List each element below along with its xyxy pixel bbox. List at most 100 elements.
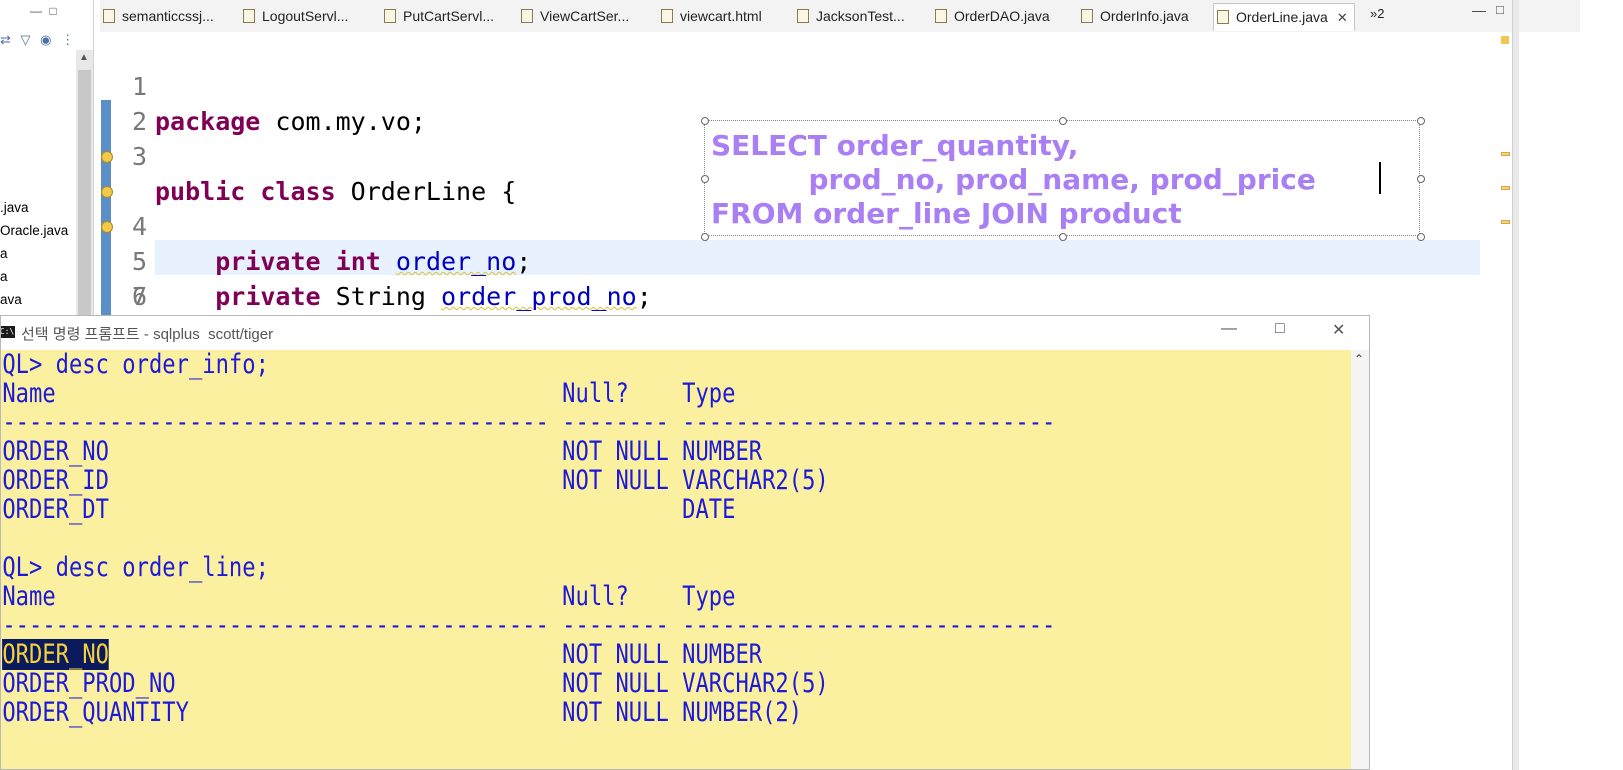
code-text: OrderLine { [335,177,517,206]
console-line: ORDER_ID NOT NULL VARCHAR2(5) [0,465,829,496]
field-name: order_no [395,247,517,276]
keyword: package [155,107,261,136]
tab-label: OrderLine.java [1236,9,1328,25]
code-line: 5 private String order_prod_no; [95,174,652,311]
code-line: 4 private int order_no; [95,139,531,276]
console-line: SQL> desc order_line; [0,552,269,583]
minimize-icon[interactable]: — [30,4,42,18]
maximize-button[interactable]: □ [1275,320,1285,338]
focus-icon[interactable]: ◉ [40,32,51,47]
window-title: 선택 명령 프롬프트 - sqlplus scott/tiger [21,326,274,343]
filter-icon[interactable]: ▽ [21,32,31,47]
code-line: 6 private int order_quantity; [95,209,622,346]
tab-label: OrderInfo.java [1100,8,1189,24]
code-text: com.my.vo; [260,107,426,136]
annotation-textbox[interactable]: SELECT order_quantity, prod_no, prod_nam… [701,117,1425,241]
explorer-view-controls: — □ [30,4,61,18]
warning-icon[interactable] [101,186,113,198]
file-tree: .java Oracle.java a a ava racle.java [0,196,68,330]
console-output[interactable]: SQL> desc order_info; Name Null? Type --… [0,349,1351,769]
resize-handle[interactable] [701,233,709,241]
console-titlebar[interactable]: C:\ 선택 명령 프롬프트 - sqlplus scott/tiger — □… [0,316,1369,350]
command-prompt-window[interactable]: C:\ 선택 명령 프롬프트 - sqlplus scott/tiger — □… [0,315,1370,770]
tree-item[interactable]: ava [0,288,68,311]
overview-ruler[interactable] [1493,32,1511,322]
maximize-icon[interactable]: □ [49,4,56,18]
code-line: 1 package com.my.vo; [95,34,426,136]
console-scrollbar[interactable]: ⌃ [1351,350,1369,769]
tab-order-info[interactable]: OrderInfo.java [1078,3,1189,30]
console-line: Name Null? Type [0,581,736,612]
resize-handle[interactable] [1417,175,1425,183]
package-explorer: — □ ⇄ ▽ ◉ ⋮ ▲ .java Oracle.java a a ava … [0,0,94,330]
tab-logout-servlet[interactable]: LogoutServl... [240,3,348,30]
annotation-line: prod_no, prod_name, prod_price [711,163,1316,196]
resize-handle[interactable] [1417,117,1425,125]
resize-handle[interactable] [701,117,709,125]
minimize-button[interactable]: — [1221,320,1237,338]
file-icon [103,9,115,23]
tab-order-line[interactable]: OrderLine.java ✕ [1213,3,1355,31]
link-editor-icon[interactable]: ⇄ [0,32,11,47]
java-file-icon [384,9,396,23]
resize-handle[interactable] [701,175,709,183]
warning-marker[interactable] [1501,152,1510,156]
close-button[interactable]: ✕ [1332,320,1345,340]
explorer-toolbar: ⇄ ▽ ◉ ⋮ [0,32,80,48]
console-line: Name Null? Type [0,378,736,409]
console-line: ORDER_NO NOT NULL NUMBER [1,639,762,670]
close-icon[interactable]: ✕ [1337,4,1348,31]
warning-marker[interactable] [1501,186,1510,190]
view-menu-icon[interactable]: ⋮ [61,32,74,47]
keyword: public class [155,177,336,206]
warning-icon[interactable] [101,221,113,233]
resize-handle[interactable] [1059,233,1067,241]
console-line: SQL> desc order_info; [0,349,269,380]
minimize-icon[interactable]: — [1472,2,1486,18]
resize-handle[interactable] [1417,233,1425,241]
tree-item[interactable]: Oracle.java [0,219,68,242]
tree-item[interactable]: .java [0,196,68,219]
tab-overflow-button[interactable]: »2 [1370,6,1384,21]
tab-view-cart-servlet[interactable]: ViewCartSer... [518,3,629,30]
warning-marker[interactable] [1501,220,1510,224]
java-file-icon [797,9,809,23]
type-keyword: int [335,247,381,276]
tab-jackson-test[interactable]: JacksonTest... [794,3,905,30]
code-text: ; [516,247,532,276]
tab-order-dao[interactable]: OrderDAO.java [932,3,1050,30]
tab-label: semanticcssj... [122,8,214,24]
code-line: 8 } [95,279,170,381]
keyword: private [215,282,321,311]
code-text: ; [636,282,652,311]
tab-label: JacksonTest... [816,8,905,24]
selected-text[interactable]: ORDER_NO [2,639,109,670]
explorer-scrollbar[interactable]: ▲ [76,50,93,330]
html-file-icon [661,9,673,23]
console-line: ORDER_DT DATE [0,494,736,525]
scroll-up-icon[interactable]: ▲ [79,52,89,63]
code-line: 3 public class OrderLine { [95,104,516,206]
editor-tab-bar: semanticcssj... LogoutServl... PutCartSe… [100,0,1580,33]
java-file-icon [935,9,947,23]
code-line: 2 [95,69,155,136]
annotation-line: SELECT order_quantity, [711,129,1079,162]
console-line: ORDER_QUANTITY NOT NULL NUMBER(2) [0,697,803,728]
warning-icon[interactable] [101,151,113,163]
java-file-icon [521,9,533,23]
terminal-icon: C:\ [0,326,15,338]
tree-item[interactable]: a [0,265,68,288]
code-line: 7 [95,244,155,311]
java-file-icon [1217,10,1229,24]
keyword: private [215,247,321,276]
tab-semanticcssj[interactable]: semanticcssj... [100,3,214,30]
scroll-up-icon[interactable]: ⌃ [1354,352,1364,366]
scroll-thumb[interactable] [78,70,91,320]
tab-put-cart-servlet[interactable]: PutCartServl... [381,3,494,30]
overview-status-icon [1501,36,1509,44]
tab-viewcart-html[interactable]: viewcart.html [658,3,762,30]
resize-handle[interactable] [1059,117,1067,125]
maximize-icon[interactable]: □ [1496,2,1504,17]
tree-item[interactable]: a [0,242,68,265]
type-name: String [335,282,426,311]
